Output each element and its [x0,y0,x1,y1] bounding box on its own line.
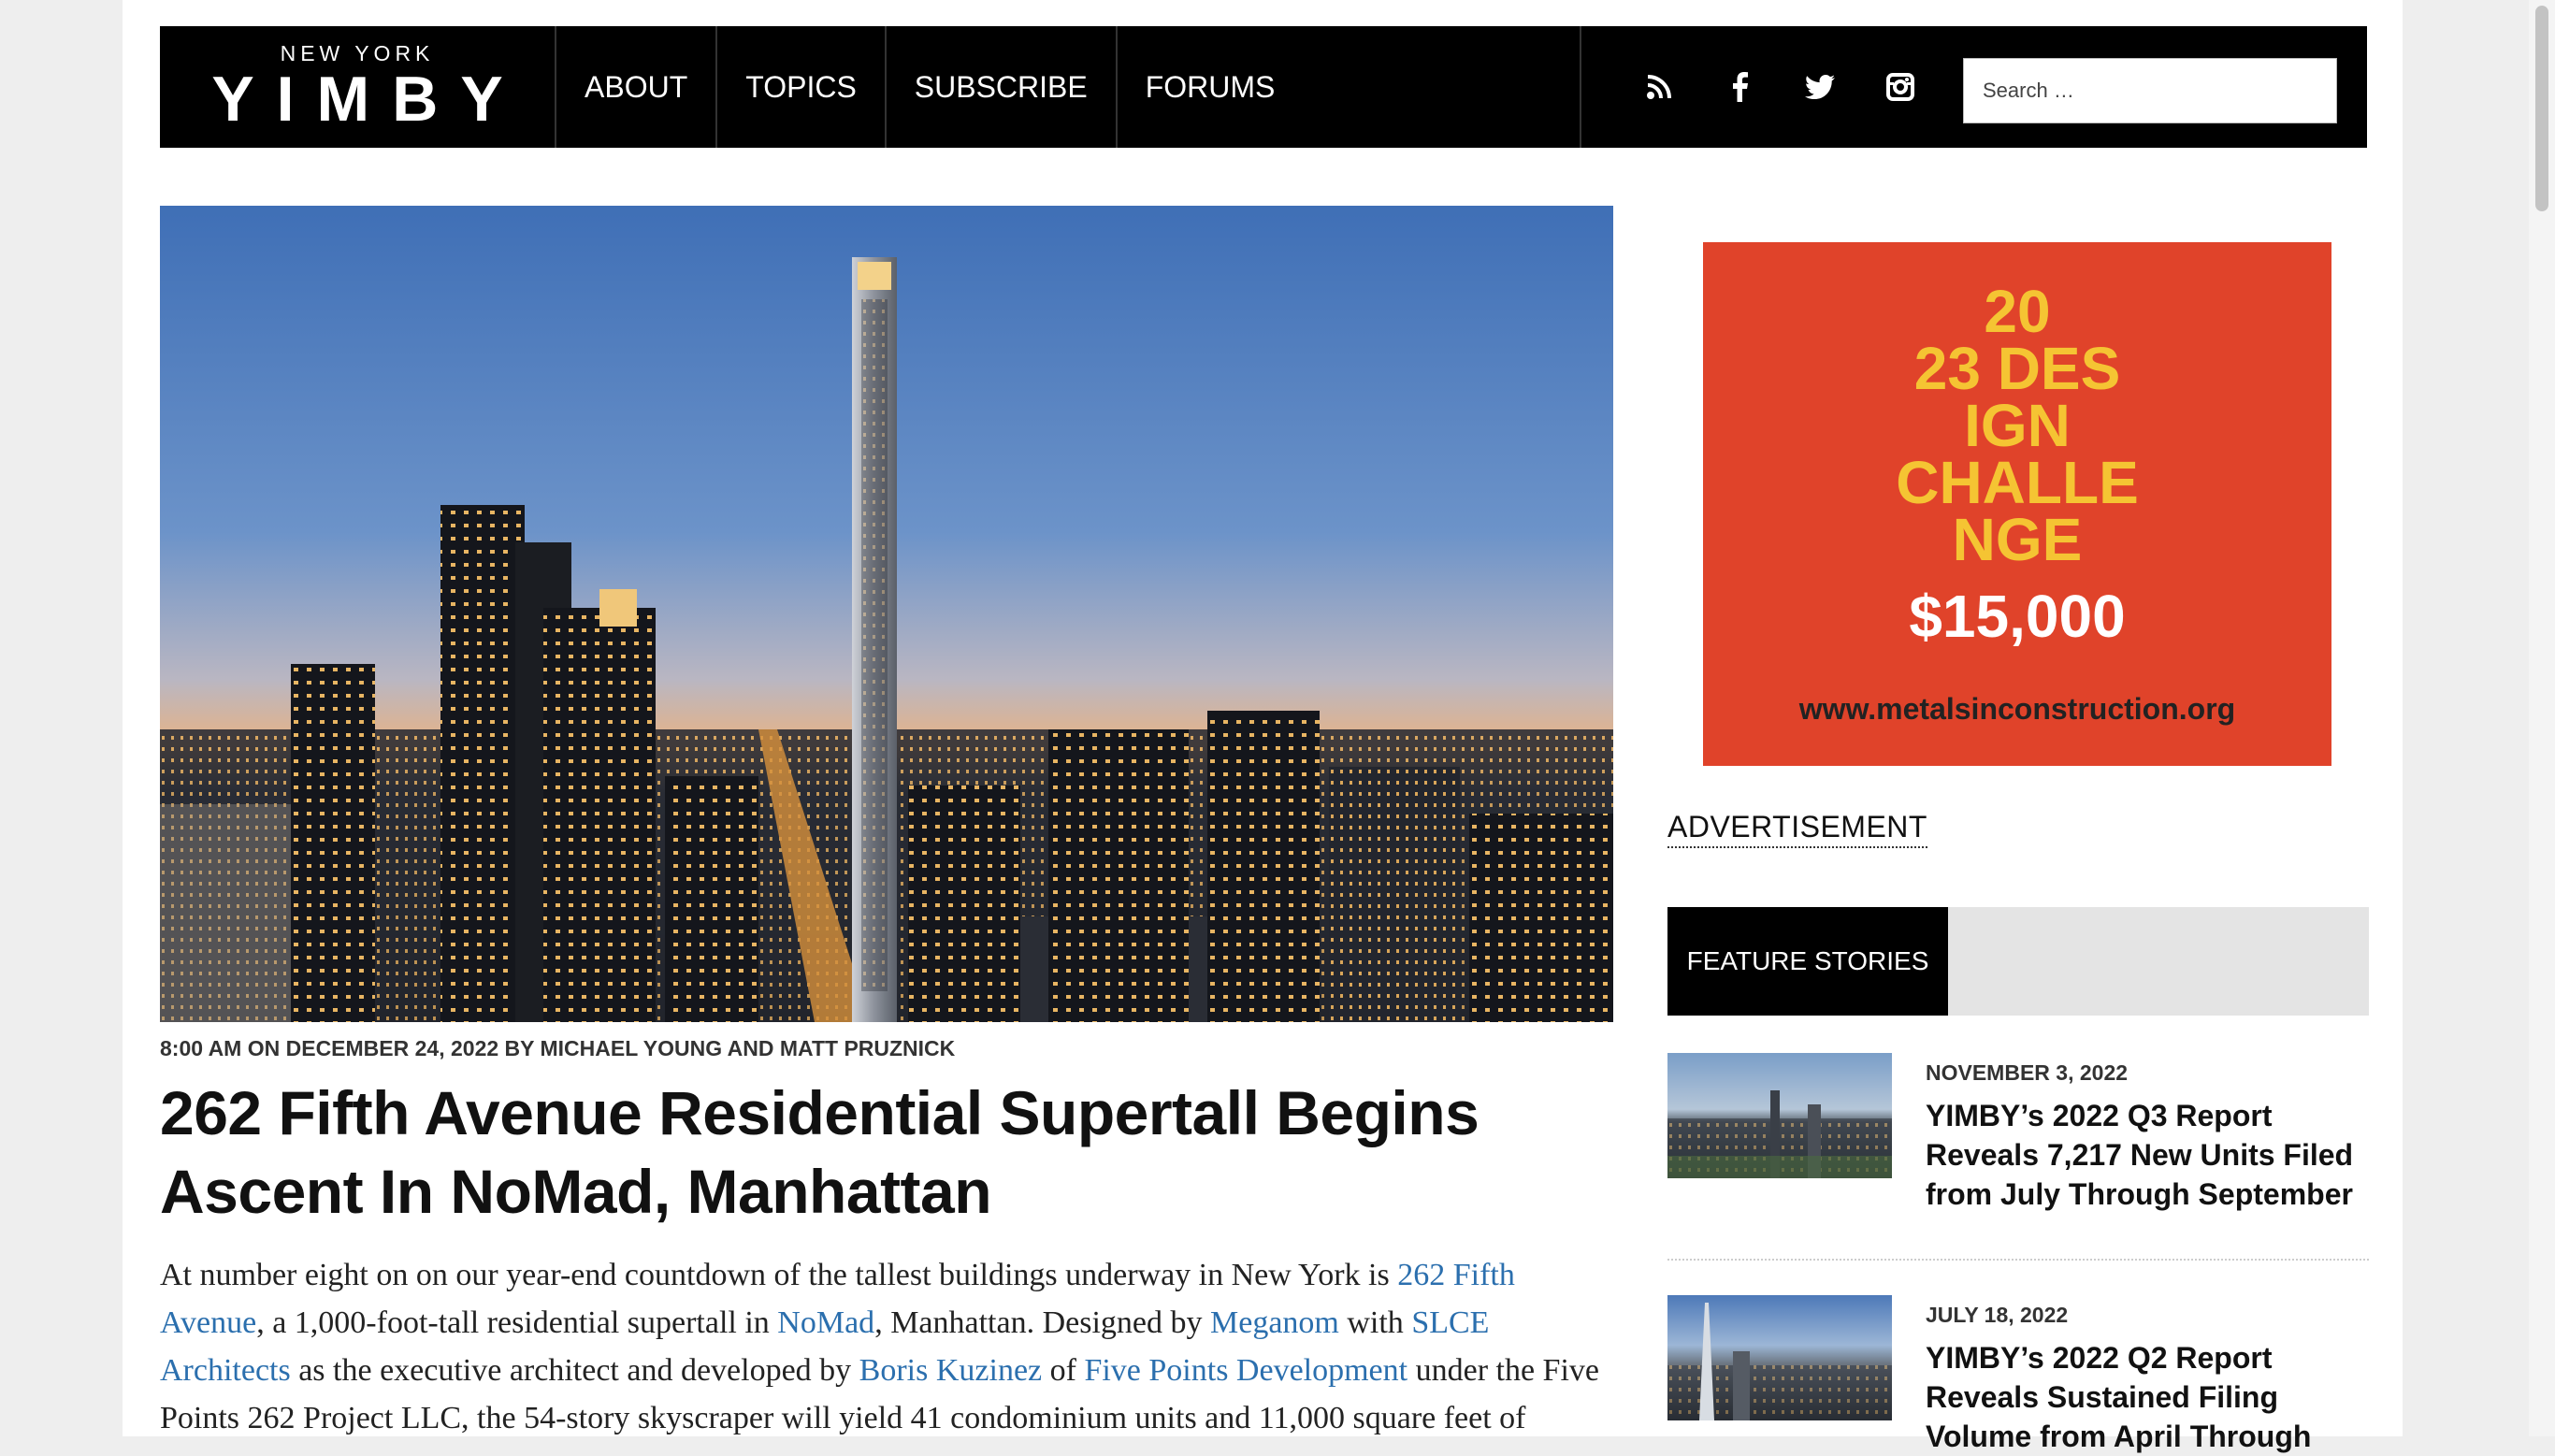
article-meta: 8:00 AM ON DECEMBER 24, 2022 BY MICHAEL … [160,1036,956,1060]
instagram-icon[interactable] [1860,26,1941,148]
story-thumbnail[interactable] [1667,1295,1892,1420]
page: NEW YORK YIMBY ABOUT TOPICS SUBSCRIBE FO… [123,0,2403,1453]
logo-title: YIMBY [211,64,526,135]
article-text: , Manhattan. Designed by [874,1305,1210,1340]
article-text: as the executive architect and developed… [290,1353,859,1388]
feature-story[interactable]: JULY 18, 2022 YIMBY’s 2022 Q2 Report Rev… [1667,1295,2369,1453]
article-body: At number eight on on our year-end count… [160,1251,1619,1442]
ad-line: 23 DES [1913,335,2121,402]
twitter-icon[interactable] [1780,26,1860,148]
article-link[interactable]: Meganom [1210,1305,1339,1340]
ad-headline: 20 23 DES IGN CHALLE NGE [1703,242,2331,569]
article-text: At number eight on on our year-end count… [160,1258,1398,1292]
article-link[interactable]: NoMad [777,1305,874,1340]
main-nav: ABOUT TOPICS SUBSCRIBE FORUMS [555,26,1303,148]
ad-line: NGE [1952,506,2083,573]
scrollbar-thumb[interactable] [2535,6,2548,211]
story-title[interactable]: YIMBY’s 2022 Q3 Report Reveals 7,217 New… [1926,1096,2365,1214]
story-date: JULY 18, 2022 [1926,1303,2069,1327]
search-input[interactable] [1963,58,2337,123]
article-text: of [1042,1353,1085,1388]
ad-line: 20 [1984,278,2051,345]
article-text: with [1338,1305,1412,1340]
article-text: , a 1,000-foot-tall residential supertal… [256,1305,778,1340]
story-divider [1667,1259,2369,1261]
ad-price: $15,000 [1909,583,2126,650]
nav-forums[interactable]: FORUMS [1115,26,1304,148]
ad-url: www.metalsinconstruction.org [1798,692,2236,726]
ad-line: IGN [1964,392,2071,459]
tab-feature-stories[interactable]: FEATURE STORIES [1667,907,1948,1016]
rss-icon[interactable] [1619,26,1699,148]
facebook-icon[interactable] [1699,26,1780,148]
site-logo[interactable]: NEW YORK YIMBY [160,26,555,148]
nav-topics[interactable]: TOPICS [715,26,885,148]
story-date: NOVEMBER 3, 2022 [1926,1060,2129,1085]
story-thumbnail[interactable] [1667,1053,1892,1178]
advertisement-label: ADVERTISEMENT [1667,810,1927,848]
feature-stories-bar: FEATURE STORIES [1667,907,2369,1016]
feature-story[interactable]: NOVEMBER 3, 2022 YIMBY’s 2022 Q3 Report … [1667,1053,2369,1231]
nav-subscribe[interactable]: SUBSCRIBE [884,26,1116,148]
article-link[interactable]: Boris Kuzinez [859,1353,1042,1388]
article-link[interactable]: Five Points Development [1084,1353,1407,1388]
page-scrollbar[interactable] [2529,0,2555,1436]
ad-line: CHALLE [1896,449,2139,516]
hero-image[interactable] [160,206,1613,1022]
nav-divider [1580,26,1581,148]
advertisement-banner[interactable]: 20 23 DES IGN CHALLE NGE $15,000 www.met… [1703,242,2331,766]
article-title[interactable]: 262 Fifth Avenue Residential Supertall B… [160,1074,1619,1231]
story-title[interactable]: YIMBY’s 2022 Q2 Report Reveals Sustained… [1926,1338,2365,1456]
nav-about[interactable]: ABOUT [555,26,715,148]
logo-subtitle: NEW YORK [280,41,435,65]
site-header: NEW YORK YIMBY ABOUT TOPICS SUBSCRIBE FO… [160,26,2367,148]
